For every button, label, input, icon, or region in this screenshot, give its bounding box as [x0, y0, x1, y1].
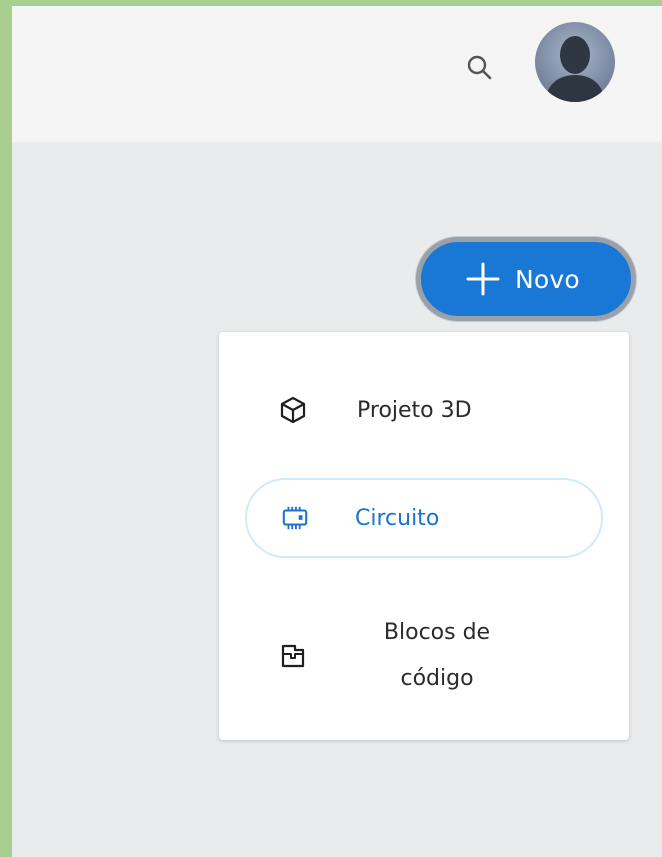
menu-item-label: Circuito: [355, 505, 440, 531]
plus-icon: [466, 262, 500, 296]
code-blocks-icon: [279, 642, 307, 670]
menu-item-label-line1: Blocos de: [383, 620, 491, 645]
avatar[interactable]: [535, 22, 615, 102]
search-icon: [467, 55, 492, 80]
menu-item-circuit[interactable]: Circuito: [245, 478, 603, 558]
menu-item-code-blocks[interactable]: Blocos de código: [245, 600, 603, 712]
cube-icon: [279, 396, 307, 424]
new-dropdown-menu: Projeto 3D Circuito Blocos de código: [219, 332, 629, 740]
new-button-label: Novo: [515, 264, 580, 294]
chip-icon: [281, 504, 309, 532]
top-bar: [12, 6, 662, 142]
new-button[interactable]: Novo: [416, 237, 636, 321]
menu-item-label: Blocos de código: [347, 610, 527, 702]
search-button[interactable]: [458, 46, 500, 88]
menu-item-label: Projeto 3D: [357, 397, 472, 423]
menu-item-label-line2: código: [400, 666, 474, 691]
user-avatar-icon: [535, 22, 615, 102]
app-viewport: Novo Projeto 3D Circuito Blocos de códig…: [12, 6, 662, 857]
menu-item-3d-project[interactable]: Projeto 3D: [245, 372, 603, 448]
